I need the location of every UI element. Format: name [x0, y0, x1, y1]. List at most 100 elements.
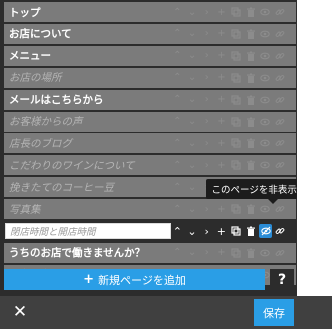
move-down-icon[interactable]: ⌄ [185, 199, 200, 219]
duplicate-icon[interactable] [229, 90, 244, 110]
page-row[interactable]: 閉店時間と開店時間 ⌃ ⌄ › + [4, 221, 296, 241]
close-button[interactable]: ✕ [10, 301, 30, 323]
move-down-icon[interactable]: ⌄ [185, 2, 200, 22]
visibility-icon[interactable] [259, 224, 273, 239]
indent-icon[interactable]: › [199, 133, 214, 153]
add-subpage-icon[interactable]: + [214, 90, 229, 110]
link-icon[interactable] [273, 221, 288, 241]
duplicate-icon[interactable] [229, 46, 244, 66]
duplicate-icon[interactable] [229, 133, 244, 153]
move-up-icon[interactable]: ⌃ [170, 199, 185, 219]
delete-icon[interactable] [243, 24, 258, 44]
delete-icon[interactable] [243, 2, 258, 22]
page-row[interactable]: メニュー ⌃ ⌄ › + [4, 45, 296, 66]
link-icon[interactable] [273, 133, 288, 153]
visibility-icon[interactable] [258, 24, 273, 44]
visibility-icon[interactable] [258, 243, 273, 263]
add-subpage-icon[interactable]: + [214, 24, 229, 44]
visibility-icon[interactable] [258, 90, 273, 110]
add-subpage-icon[interactable]: + [214, 243, 229, 263]
add-subpage-icon[interactable]: + [214, 112, 229, 132]
move-up-icon[interactable]: ⌃ [170, 243, 185, 263]
page-row[interactable]: お店の場所 ⌃ ⌄ › + [4, 67, 296, 88]
indent-icon[interactable]: › [199, 155, 214, 175]
add-subpage-icon[interactable]: + [214, 221, 229, 241]
duplicate-icon[interactable] [229, 221, 244, 241]
visibility-icon[interactable] [258, 46, 273, 66]
add-page-button[interactable]: + 新規ページを追加 [4, 269, 265, 290]
indent-icon[interactable]: › [199, 90, 214, 110]
indent-icon[interactable]: › [199, 24, 214, 44]
delete-icon[interactable] [243, 155, 258, 175]
link-icon[interactable] [273, 243, 288, 263]
help-button[interactable]: ? [270, 269, 294, 290]
move-up-icon[interactable]: ⌃ [170, 90, 185, 110]
indent-icon[interactable]: › [199, 112, 214, 132]
delete-icon[interactable] [243, 90, 258, 110]
indent-icon[interactable]: › [199, 68, 214, 88]
page-row[interactable]: こだわりのワインについて ⌃ ⌄ › + [4, 155, 296, 176]
link-icon[interactable] [273, 112, 288, 132]
delete-icon[interactable] [243, 112, 258, 132]
move-down-icon[interactable]: ⌄ [185, 90, 200, 110]
move-down-icon[interactable]: ⌄ [185, 133, 200, 153]
link-icon[interactable] [273, 46, 288, 66]
duplicate-icon[interactable] [229, 24, 244, 44]
delete-icon[interactable] [243, 133, 258, 153]
move-down-icon[interactable]: ⌄ [185, 46, 200, 66]
visibility-icon[interactable] [258, 155, 273, 175]
indent-icon[interactable]: › [199, 2, 214, 22]
page-row[interactable]: 写真集 ⌃ ⌄ › + [4, 199, 296, 220]
page-row[interactable]: お店について ⌃ ⌄ › + [4, 23, 296, 44]
visibility-icon[interactable] [258, 133, 273, 153]
move-down-icon[interactable]: ⌄ [185, 155, 200, 175]
page-row[interactable]: お客様からの声 ⌃ ⌄ › + [4, 111, 296, 132]
visibility-icon[interactable] [258, 2, 273, 22]
add-subpage-icon[interactable]: + [214, 46, 229, 66]
link-icon[interactable] [273, 90, 288, 110]
move-down-icon[interactable]: ⌄ [185, 112, 200, 132]
page-row[interactable]: メールはこちらから ⌃ ⌄ › + [4, 89, 296, 110]
visibility-icon[interactable] [258, 112, 273, 132]
move-down-icon[interactable]: ⌄ [185, 221, 200, 241]
add-subpage-icon[interactable]: + [214, 68, 229, 88]
move-down-icon[interactable]: ⌄ [185, 68, 200, 88]
link-icon[interactable] [273, 24, 288, 44]
link-icon[interactable] [273, 2, 288, 22]
duplicate-icon[interactable] [229, 112, 244, 132]
duplicate-icon[interactable] [229, 243, 244, 263]
move-up-icon[interactable]: ⌃ [170, 112, 185, 132]
indent-icon[interactable]: › [199, 199, 214, 219]
add-subpage-icon[interactable]: + [214, 199, 229, 219]
delete-icon[interactable] [243, 221, 258, 241]
add-subpage-icon[interactable]: + [214, 2, 229, 22]
add-subpage-icon[interactable]: + [214, 155, 229, 175]
move-down-icon[interactable]: ⌄ [185, 24, 200, 44]
move-down-icon[interactable]: ⌄ [185, 243, 200, 263]
indent-icon[interactable]: › [199, 221, 214, 241]
duplicate-icon[interactable] [229, 68, 244, 88]
move-down-icon[interactable]: ⌄ [185, 177, 200, 197]
move-up-icon[interactable]: ⌃ [170, 155, 185, 175]
move-up-icon[interactable]: ⌃ [170, 68, 185, 88]
move-up-icon[interactable]: ⌃ [170, 177, 185, 197]
delete-icon[interactable] [243, 68, 258, 88]
delete-icon[interactable] [243, 199, 258, 219]
page-row[interactable]: トップ ⌃ ⌄ › + [4, 2, 296, 22]
indent-icon[interactable]: › [199, 243, 214, 263]
move-up-icon[interactable]: ⌃ [170, 46, 185, 66]
move-up-icon[interactable]: ⌃ [170, 24, 185, 44]
move-up-icon[interactable]: ⌃ [170, 133, 185, 153]
delete-icon[interactable] [243, 243, 258, 263]
link-icon[interactable] [273, 68, 288, 88]
page-title-input[interactable]: 閉店時間と開店時間 [5, 223, 171, 240]
indent-icon[interactable]: › [199, 46, 214, 66]
page-row[interactable]: 店長のブログ ⌃ ⌄ › + [4, 133, 296, 154]
visibility-icon[interactable] [258, 68, 273, 88]
add-subpage-icon[interactable]: + [214, 133, 229, 153]
move-up-icon[interactable]: ⌃ [170, 221, 185, 241]
link-icon[interactable] [273, 155, 288, 175]
save-button[interactable]: 保存 [254, 299, 294, 326]
duplicate-icon[interactable] [229, 199, 244, 219]
duplicate-icon[interactable] [229, 155, 244, 175]
